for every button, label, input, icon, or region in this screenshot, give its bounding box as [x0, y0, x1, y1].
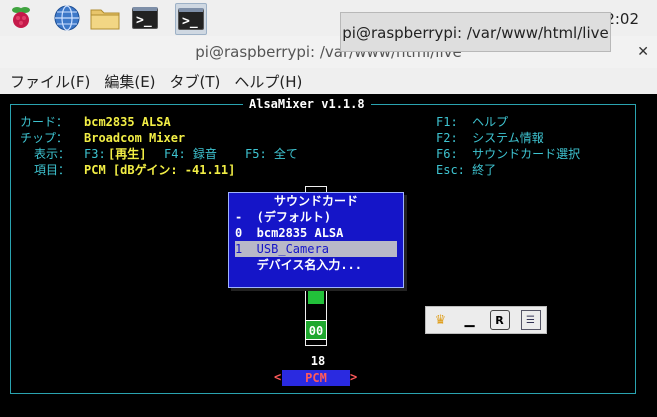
window-controls: ✕ — [637, 36, 649, 68]
volume-fill — [308, 290, 324, 304]
mute-indicator[interactable]: 00 — [305, 320, 327, 340]
file-manager-button[interactable] — [90, 3, 120, 33]
help-esc: Esc: 終了 — [436, 163, 497, 177]
popup-item-usb-camera[interactable]: 1 USB_Camera — [235, 241, 397, 257]
chip-label: チップ： — [20, 131, 69, 145]
browser-button[interactable] — [52, 3, 82, 33]
view-playback: [再生] — [108, 147, 147, 161]
view-label: 表示： — [34, 147, 71, 161]
volume-value: 18 — [310, 354, 326, 368]
popup-item-enter-device[interactable]: デバイス名入力... — [235, 257, 397, 273]
raspberry-icon — [12, 7, 30, 28]
close-icon[interactable]: ✕ — [637, 44, 649, 60]
control-arrow-right: > — [350, 370, 358, 384]
popup-title: サウンドカード — [273, 194, 358, 208]
floating-toolbar: ♛ ▁ R ☰ — [425, 306, 547, 334]
menu-help[interactable]: ヘルプ(H) — [234, 71, 302, 92]
alsamixer-title: AlsaMixer v1.1.8 — [243, 97, 371, 111]
menu-tabs[interactable]: タブ(T) — [170, 71, 221, 92]
help-f2: F2: システム情報 — [436, 131, 544, 145]
help-f6: F6: サウンドカード選択 — [436, 147, 581, 161]
view-f4: F4: 録音 — [164, 147, 217, 161]
menubar: ファイル(F) 編集(E) タブ(T) ヘルプ(H) — [0, 68, 657, 94]
registered-icon[interactable]: R — [489, 310, 510, 330]
item-label: 項目： — [34, 163, 71, 177]
card-value: bcm2835 ALSA — [84, 115, 171, 129]
control-arrow-left: < — [274, 370, 282, 384]
sound-card-popup: サウンドカード - (デフォルト) 0 bcm2835 ALSA 1 USB_C… — [228, 192, 404, 288]
menu-edit[interactable]: 編集(E) — [104, 71, 155, 92]
folder-icon — [90, 9, 120, 30]
terminal-launcher-button[interactable]: >_ — [130, 3, 160, 33]
view-f3: F3: — [84, 147, 106, 161]
view-f5: F5: 全て — [245, 147, 298, 161]
popup-item-default[interactable]: - (デフォルト) — [235, 209, 397, 225]
menu-file[interactable]: ファイル(F) — [10, 71, 90, 92]
chip-value: Broadcom Mixer — [84, 131, 186, 145]
terminal-window-button[interactable]: >_ — [175, 3, 207, 35]
window-icon[interactable]: ☰ — [520, 310, 541, 330]
item-value: PCM [dBゲイン: -41.11] — [84, 163, 236, 177]
popup-item-bcm2835[interactable]: 0 bcm2835 ALSA — [235, 225, 397, 241]
minimize-icon[interactable]: ▁ — [461, 311, 479, 329]
terminal-icon: >_ — [178, 8, 204, 30]
taskbar-tooltip: pi@raspberrypi: /var/www/html/live — [340, 12, 611, 52]
raspberry-menu-button[interactable] — [6, 3, 36, 33]
card-label: カード： — [20, 115, 69, 129]
crown-icon[interactable]: ♛ — [432, 311, 450, 329]
terminal-icon: >_ — [132, 7, 158, 29]
globe-icon — [54, 5, 80, 31]
control-name[interactable]: PCM — [282, 370, 350, 386]
terminal-area[interactable]: AlsaMixer v1.1.8 カード： bcm2835 ALSA チップ： … — [0, 94, 657, 417]
help-f1: F1: ヘルプ — [436, 115, 509, 129]
